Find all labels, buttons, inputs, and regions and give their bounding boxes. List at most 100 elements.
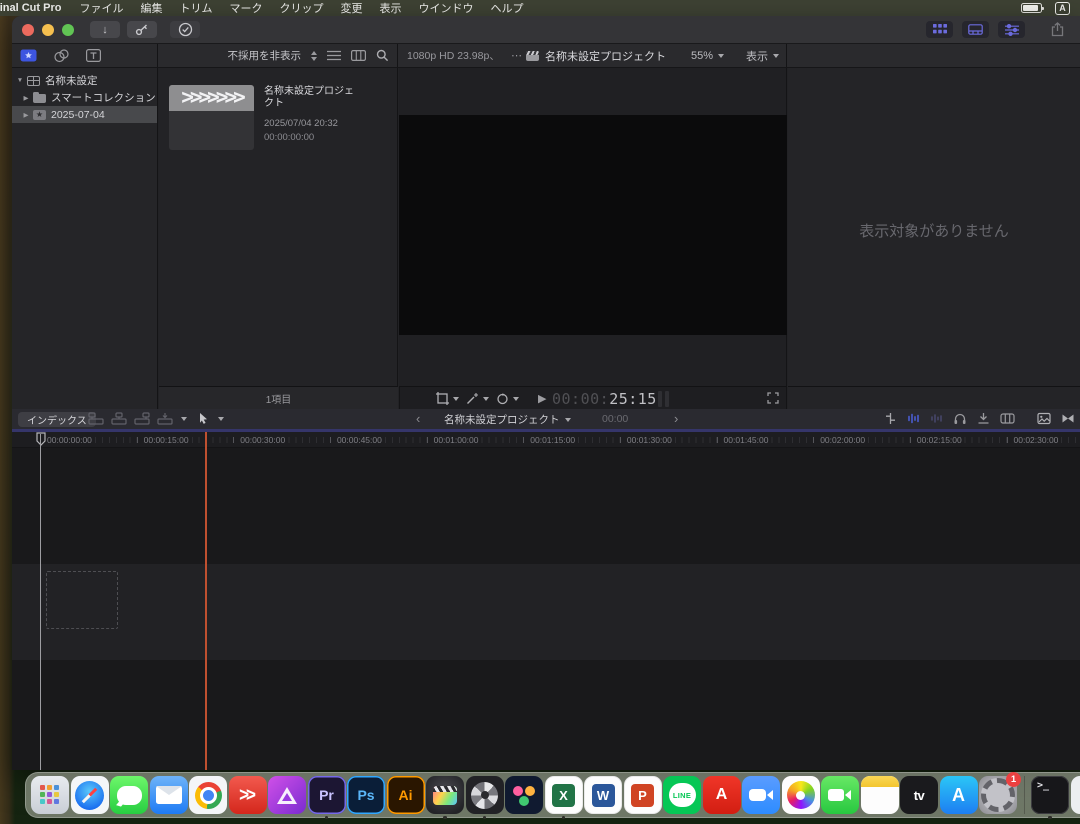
retime-button[interactable] [496,392,519,405]
input-method-icon[interactable]: A [1055,2,1070,15]
show-timeline-toggle[interactable] [962,21,989,38]
show-media-browser-button[interactable] [54,49,69,63]
timeline-body[interactable] [12,448,1080,770]
sidebar-item-event[interactable]: ▶★2025-07-04 [12,106,157,123]
dock-icon-affinity-photo[interactable] [268,776,306,814]
dock-icon-final-cut-pro[interactable] [426,776,464,814]
dock-icon-word[interactable]: W [584,776,622,814]
dock-icon-powerpoint[interactable]: P [624,776,662,814]
video-preview-frame[interactable] [399,115,787,335]
solo-toggle-icon[interactable] [930,412,943,425]
dock-icon-app-store[interactable]: A [940,776,978,814]
tool-selector[interactable] [198,412,224,425]
dock-icon-line[interactable]: LINE [663,776,701,814]
filmstrip-view-button[interactable] [351,50,366,61]
disclosure-triangle-icon[interactable]: ▶ [21,111,31,119]
menu-item[interactable]: ヘルプ [490,0,523,16]
dock-icon-photos[interactable] [782,776,820,814]
timeline-forward-button[interactable]: › [674,411,678,426]
connect-edit-icon[interactable] [88,412,104,425]
dock-icon-excel[interactable]: X [545,776,583,814]
menu-item[interactable]: 表示 [379,0,401,16]
insert-edit-icon[interactable] [111,412,127,425]
menu-item[interactable]: 変更 [340,0,362,16]
audio-skimming-toggle-icon[interactable] [907,412,920,425]
dock-icon-red-video[interactable]: >> [229,776,267,814]
dock-icon-acrobat[interactable]: A [703,776,741,814]
dock-icon-apple-tv[interactable]: tv [900,776,938,814]
effects-browser-icon[interactable] [1037,412,1051,425]
dock-icon-illustrator[interactable]: Ai [387,776,425,814]
sidebar-header [12,44,158,67]
sidebar-item-folder[interactable]: ▶スマートコレクション [12,89,157,106]
dock-icon-compressor[interactable] [466,776,504,814]
dock-icon-zoom-app[interactable] [742,776,780,814]
dock-icon-safari[interactable] [71,776,109,814]
disclosure-triangle-icon[interactable]: ▼ [15,77,25,84]
disclosure-triangle-icon[interactable]: ▶ [21,94,31,102]
zoom-window-button[interactable] [62,24,74,36]
dock-icon-partial-app[interactable] [1071,776,1080,814]
fullscreen-button[interactable] [767,392,779,404]
overwrite-edit-icon[interactable] [157,412,173,425]
menu-item[interactable]: マーク [229,0,262,16]
battery-icon[interactable] [1021,3,1042,13]
audio-meters[interactable] [658,391,669,407]
dock-icon-mail[interactable] [150,776,188,814]
menu-item[interactable]: トリム [179,0,212,16]
dock-icon-terminal[interactable]: >_ [1031,776,1069,814]
dock-icon-davinci-resolve[interactable] [505,776,543,814]
keyword-editor-button[interactable] [127,21,157,38]
background-tasks-button[interactable] [170,21,200,38]
show-browser-toggle[interactable] [926,21,953,38]
skimming-toggle-icon[interactable] [884,412,897,425]
share-button[interactable] [1044,21,1070,38]
empty-storyline-placeholder[interactable] [46,571,118,629]
dock-icon-chrome[interactable] [189,776,227,814]
playhead-line[interactable] [40,434,41,770]
project-clip-thumbnail[interactable]: >>>>>>> [169,85,254,150]
timeline-project-dropdown[interactable]: 名称未設定プロジェクト [444,412,571,427]
menu-item[interactable]: クリップ [279,0,323,16]
audio-monitor-headphones-icon[interactable] [953,412,967,425]
clip-appearance-button[interactable] [327,50,341,61]
dock-icon-photoshop[interactable]: Ps [347,776,385,814]
dock-icon-launchpad[interactable] [31,776,69,814]
menu-app-name[interactable]: Final Cut Pro [0,2,61,14]
filter-stepper-icon[interactable] [311,51,317,61]
menu-item[interactable]: 編集 [140,0,162,16]
timeline-ruler[interactable]: 00:00:00:0000:00:15:0000:00:30:0000:00:4… [12,432,1080,448]
snapping-toggle-icon[interactable] [977,412,990,425]
viewer-pane [399,68,787,386]
menu-item[interactable]: ウインドウ [418,0,473,16]
import-media-button[interactable]: ↓ [90,21,120,38]
filter-dropdown[interactable]: 不採用を非表示 [228,48,302,63]
transitions-browser-icon[interactable] [1061,412,1075,425]
dock-icon-facetime[interactable] [821,776,859,814]
viewer-view-dropdown[interactable]: 表示 [746,48,779,64]
minimize-button[interactable] [42,24,54,36]
crop-tools-button[interactable] [436,392,459,405]
show-titles-generators-button[interactable] [86,49,101,62]
play-button[interactable]: ▶ [538,392,546,405]
dock-icon-premiere-pro[interactable]: Pr [308,776,346,814]
enhancements-button[interactable] [466,392,489,405]
dock-icon-notes[interactable] [861,776,899,814]
append-edit-icon[interactable] [134,412,150,425]
show-inspector-toggle[interactable] [998,21,1025,38]
more-options-icon[interactable]: ⋯ [511,49,523,62]
index-button[interactable]: インデックス [18,412,96,427]
dock-icon-messages[interactable] [110,776,148,814]
search-button[interactable] [376,49,389,62]
menu-item[interactable]: ファイル [79,0,123,16]
close-button[interactable] [22,24,34,36]
timeline-back-button[interactable]: ‹ [416,411,420,426]
show-libraries-button[interactable] [20,49,37,62]
ruler-tick-mark [717,437,718,443]
clip-appearance-icon[interactable] [1000,412,1015,425]
primary-storyline-lane[interactable] [12,564,1080,660]
viewer-zoom-dropdown[interactable]: 55% [691,50,724,62]
clip-title[interactable]: 名称未設定プロジェクト [264,86,360,110]
dock-icon-system-settings[interactable]: 1 [979,776,1017,814]
sidebar-item-library[interactable]: ▼名称未設定 [12,72,157,89]
